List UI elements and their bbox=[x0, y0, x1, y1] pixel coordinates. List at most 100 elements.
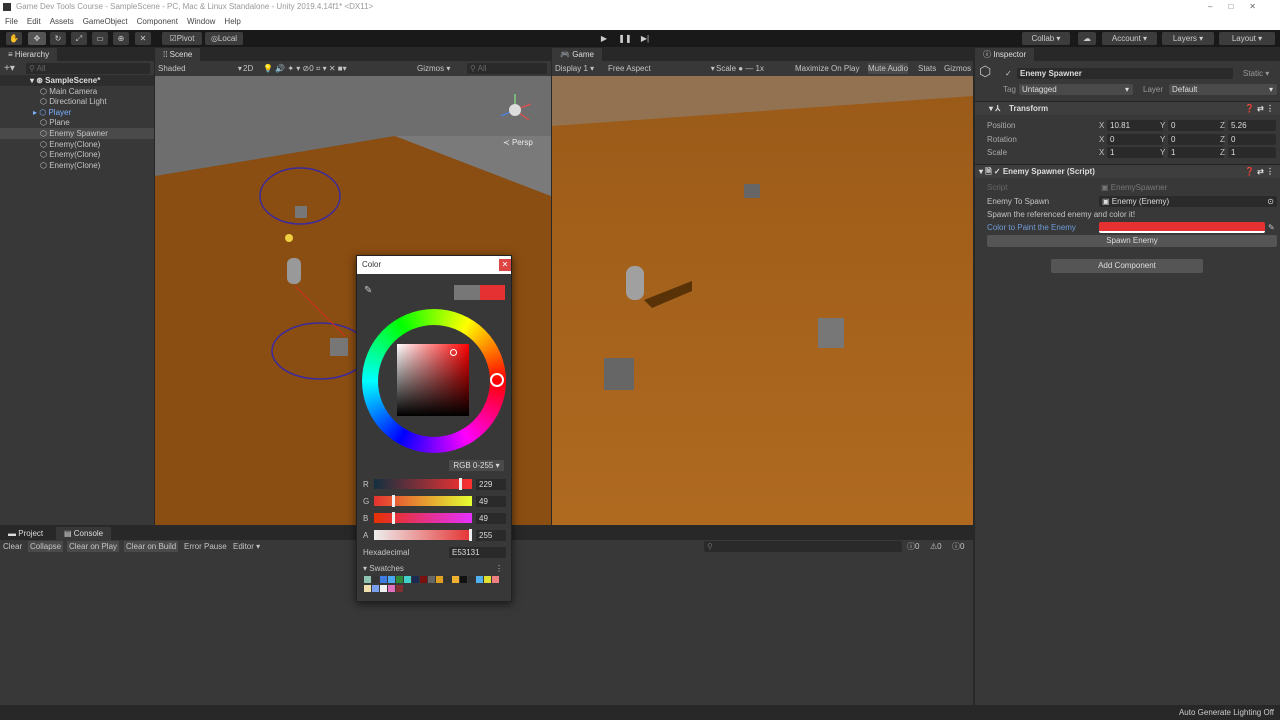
color-swatch[interactable] bbox=[484, 576, 491, 583]
cloud-icon[interactable]: ☁ bbox=[1078, 32, 1096, 45]
hierarchy-item-selected[interactable]: ⬡ Enemy Spawner bbox=[0, 128, 154, 139]
console-editor-dropdown[interactable]: Editor ▾ bbox=[233, 541, 260, 552]
rotation-z[interactable]: 0 bbox=[1228, 134, 1276, 145]
spawn-enemy-button[interactable]: Spawn Enemy bbox=[987, 235, 1277, 247]
game-gizmos-toggle[interactable]: Gizmos bbox=[944, 63, 971, 74]
static-toggle[interactable]: Static ▾ bbox=[1243, 68, 1269, 79]
play-button[interactable]: ▶ bbox=[597, 32, 611, 45]
a-slider[interactable] bbox=[374, 529, 472, 541]
color-swatch[interactable] bbox=[436, 576, 443, 583]
aspect-dropdown[interactable]: Free Aspect ▾ bbox=[608, 63, 715, 74]
add-icon[interactable]: +▾ bbox=[4, 63, 15, 74]
hierarchy-item[interactable]: ⬡ Enemy(Clone) bbox=[40, 160, 100, 171]
console-search[interactable]: ⚲ bbox=[704, 541, 902, 552]
scale-tool-icon[interactable]: ⤢ bbox=[71, 32, 87, 45]
tab-game[interactable]: 🎮 Game bbox=[552, 48, 602, 61]
orientation-gizmo[interactable] bbox=[495, 90, 535, 130]
menu-assets[interactable]: Assets bbox=[50, 17, 74, 26]
collab-button[interactable]: Collab ▾ bbox=[1022, 32, 1070, 45]
g-slider[interactable] bbox=[374, 495, 472, 507]
color-swatch[interactable] bbox=[396, 585, 403, 592]
color-field[interactable] bbox=[1099, 222, 1265, 233]
layers-dropdown[interactable]: Layers ▾ bbox=[1162, 32, 1214, 45]
local-toggle[interactable]: ◎Local bbox=[205, 32, 243, 45]
console-clear-on-play-button[interactable]: Clear on Play bbox=[67, 541, 120, 552]
color-swatch[interactable] bbox=[460, 576, 467, 583]
tag-dropdown[interactable]: Untagged ▾ bbox=[1019, 84, 1133, 95]
menu-file[interactable]: File bbox=[5, 17, 18, 26]
rect-tool-icon[interactable]: ▭ bbox=[92, 32, 108, 45]
position-y[interactable]: 0 bbox=[1168, 120, 1224, 131]
eyedropper-icon[interactable]: ✎ bbox=[1268, 222, 1275, 233]
menu-gameobject[interactable]: GameObject bbox=[83, 17, 128, 26]
a-value[interactable]: 255 bbox=[476, 530, 506, 541]
hierarchy-search[interactable]: ⚲ All bbox=[26, 63, 150, 74]
console-clear-button[interactable]: Clear bbox=[3, 541, 22, 552]
eyedropper-icon[interactable]: ✎ bbox=[364, 285, 372, 296]
color-swatch[interactable] bbox=[412, 576, 419, 583]
hierarchy-item[interactable]: ⬡ Enemy(Clone) bbox=[40, 149, 100, 160]
scale-slider[interactable]: Scale ● — 1x bbox=[716, 63, 764, 74]
color-swatch[interactable] bbox=[428, 576, 435, 583]
color-swatch[interactable] bbox=[372, 576, 379, 583]
tab-project[interactable]: ▬ Project bbox=[0, 527, 52, 540]
tab-console[interactable]: ▤ Console bbox=[56, 527, 112, 540]
rotation-y[interactable]: 0 bbox=[1168, 134, 1224, 145]
hierarchy-item[interactable]: ⬡ Plane bbox=[40, 117, 70, 128]
color-swatch[interactable] bbox=[364, 576, 371, 583]
tab-hierarchy[interactable]: ≡ Hierarchy bbox=[0, 48, 58, 61]
position-x[interactable]: 10.81 bbox=[1107, 120, 1163, 131]
scene-root[interactable]: ▾ ⊛ SampleScene* bbox=[0, 75, 154, 86]
2d-toggle[interactable]: 2D bbox=[243, 63, 253, 74]
mute-audio-toggle[interactable]: Mute Audio bbox=[868, 63, 909, 74]
script-component-header[interactable]: ▾ 🗎 ✓ Enemy Spawner (Script) ❓ ⇄ ⋮ bbox=[975, 164, 1280, 178]
color-swatch[interactable] bbox=[444, 576, 451, 583]
error-count[interactable]: ⓘ0 bbox=[952, 541, 964, 552]
g-value[interactable]: 49 bbox=[476, 496, 506, 507]
pivot-toggle[interactable]: ☑Pivot bbox=[162, 32, 202, 45]
swatches-header[interactable]: ▾ Swatches bbox=[363, 563, 404, 574]
hue-handle[interactable] bbox=[490, 373, 504, 387]
scale-x[interactable]: 1 bbox=[1107, 147, 1163, 158]
b-slider[interactable] bbox=[374, 512, 472, 524]
menu-window[interactable]: Window bbox=[187, 17, 215, 26]
close-icon[interactable]: ✕ bbox=[499, 259, 511, 271]
warning-count[interactable]: ⚠0 bbox=[930, 541, 942, 552]
color-swatch[interactable] bbox=[492, 576, 499, 583]
transform-header[interactable]: ▾ ⅄ Transform ❓ ⇄ ⋮ bbox=[975, 101, 1280, 115]
position-z[interactable]: 5.26 bbox=[1228, 120, 1276, 131]
enemy-to-spawn-field[interactable]: ▣ Enemy (Enemy) ⊙ bbox=[1099, 196, 1277, 207]
color-swatch[interactable] bbox=[388, 585, 395, 592]
saturation-value-square[interactable] bbox=[397, 344, 469, 416]
r-slider[interactable] bbox=[374, 478, 472, 490]
tab-scene[interactable]: ⁞⁞ Scene bbox=[155, 48, 201, 61]
console-clear-on-build-button[interactable]: Clear on Build bbox=[124, 541, 179, 552]
add-component-button[interactable]: Add Component bbox=[1051, 259, 1203, 273]
console-collapse-button[interactable]: Collapse bbox=[28, 541, 64, 552]
console-error-pause-button[interactable]: Error Pause bbox=[184, 541, 227, 552]
account-dropdown[interactable]: Account ▾ bbox=[1102, 32, 1157, 45]
color-swatch[interactable] bbox=[364, 585, 371, 592]
menu-edit[interactable]: Edit bbox=[27, 17, 41, 26]
step-button[interactable]: ▶| bbox=[638, 32, 652, 45]
previous-color-swatch[interactable] bbox=[454, 285, 480, 300]
color-swatch[interactable] bbox=[468, 576, 475, 583]
shading-dropdown[interactable]: Shaded ▾ bbox=[158, 63, 242, 74]
gizmos-dropdown[interactable]: Gizmos ▾ bbox=[417, 63, 450, 74]
scene-toggles-icons[interactable]: 💡 🔊 ✦ ▾ ⊘0 ⌗ ▾ ✕ ■▾ bbox=[263, 63, 347, 74]
window-controls[interactable]: –□✕ bbox=[1208, 0, 1272, 14]
maximize-on-play-toggle[interactable]: Maximize On Play bbox=[795, 63, 859, 74]
sv-handle[interactable] bbox=[450, 349, 457, 356]
stats-toggle[interactable]: Stats bbox=[918, 63, 936, 74]
menu-help[interactable]: Help bbox=[224, 17, 240, 26]
active-checkbox[interactable]: ✓ bbox=[1005, 68, 1012, 79]
color-swatch[interactable] bbox=[404, 576, 411, 583]
layer-dropdown[interactable]: Default ▾ bbox=[1169, 84, 1277, 95]
hand-tool-icon[interactable]: ✋ bbox=[6, 32, 22, 45]
tab-inspector[interactable]: ⓘ Inspector bbox=[975, 48, 1035, 61]
color-swatch[interactable] bbox=[420, 576, 427, 583]
b-value[interactable]: 49 bbox=[476, 513, 506, 524]
color-swatch[interactable] bbox=[452, 576, 459, 583]
move-tool-icon[interactable]: ✥ bbox=[28, 32, 46, 45]
scene-search[interactable]: ⚲ All bbox=[467, 63, 547, 74]
